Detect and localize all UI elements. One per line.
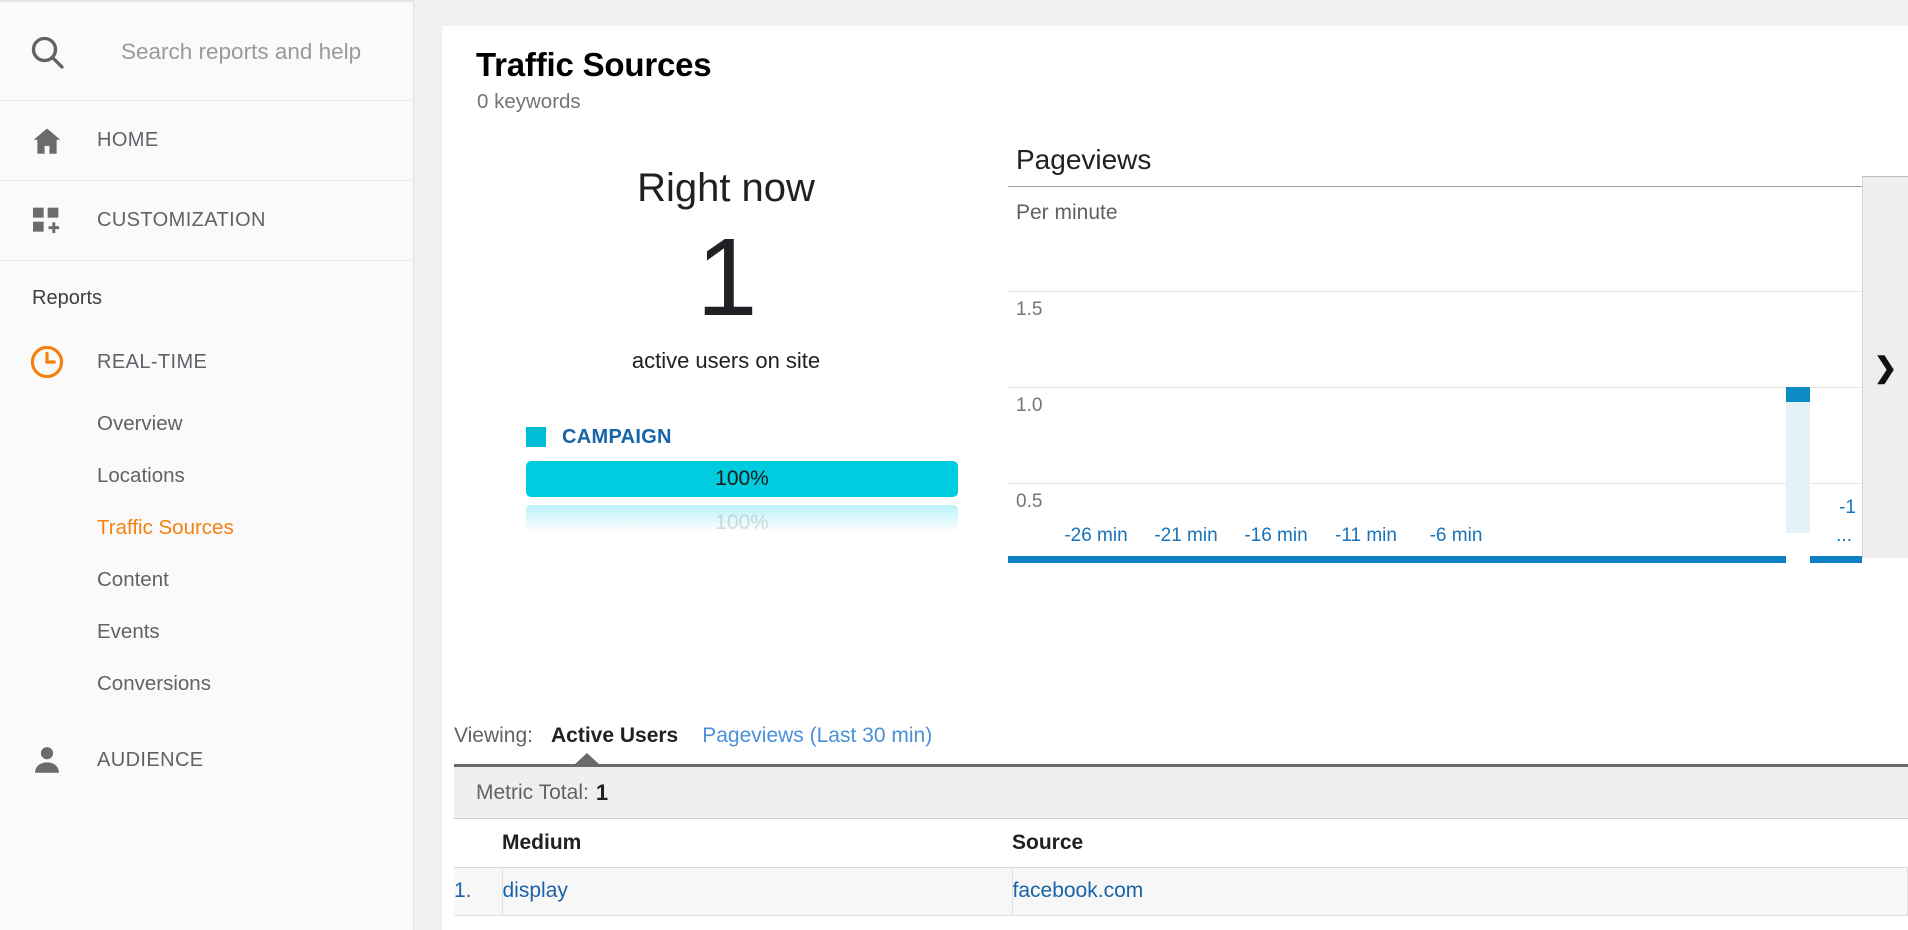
campaign-legend: CAMPAIGN [476,374,976,449]
pageviews-chart-body: Per minute 1.5 1.0 0.5 -26 min -21 min [1008,187,1862,569]
right-now-panel: Right now 1 active users on site CAMPAIG… [476,144,976,541]
table-body: 1. display facebook.com [454,867,1908,915]
table-head: Medium Source [454,819,1908,867]
xtick-minus-16: -16 min [1244,525,1307,547]
sidebar: HOME CUSTOMIZATION Reports [0,0,414,930]
table-header-row: Medium Source [454,819,1908,867]
page-subtitle: 0 keywords [442,84,1908,114]
clock-icon [24,342,70,382]
tab-active-users[interactable]: Active Users [551,724,678,748]
column-header-index [454,819,502,867]
sidebar-item-conversions[interactable]: Conversions [0,658,413,710]
sidebar-item-customization-label: CUSTOMIZATION [97,209,266,232]
row-index: 1. [454,867,502,915]
chart-axis-line-gap [1786,556,1810,563]
sidebar-item-customization[interactable]: CUSTOMIZATION [0,181,413,261]
sidebar-item-home[interactable]: HOME [0,101,413,181]
metric-total-label: Metric Total: [476,781,589,805]
sidebar-item-real-time[interactable]: REAL-TIME [0,326,413,398]
customization-icon [24,202,70,240]
chart-next-page-button[interactable]: ❯ [1862,176,1908,558]
tab-pageviews-last-30-min[interactable]: Pageviews (Last 30 min) [702,724,932,748]
sidebar-item-events[interactable]: Events [0,606,413,658]
xtick-minus-21: -21 min [1154,525,1217,547]
campaign-bar-secondary-value: 100% [715,511,769,535]
row-source-link[interactable]: facebook.com [1013,879,1144,902]
sidebar-item-audience[interactable]: AUDIENCE [0,724,413,796]
traffic-sources-table: Metric Total: 1 Medium Source 1. [454,764,1908,930]
campaign-bar-primary[interactable]: 100% [526,461,958,497]
sidebar-item-content-label: Content [97,568,169,592]
sidebar-item-overview-label: Overview [97,412,182,436]
home-icon [24,122,70,160]
sidebar-item-locations-label: Locations [97,464,185,488]
search-icon [27,32,67,72]
sidebar-item-audience-label: AUDIENCE [97,749,204,772]
analytics-realtime-page: HOME CUSTOMIZATION Reports [0,0,1908,930]
xtick-minus-1: -1 [1839,497,1856,519]
active-users-label: active users on site [476,336,976,374]
viewing-toolbar: Viewing: Active Users Pageviews (Last 30… [454,724,932,748]
chart-plot-area [1008,187,1862,533]
sidebar-item-locations[interactable]: Locations [0,450,413,502]
sidebar-item-traffic-sources-label: Traffic Sources [97,516,234,540]
row-medium-link[interactable]: display [503,879,568,902]
bar-column-minus-1[interactable] [1786,387,1810,533]
metric-total-value: 1 [596,780,608,806]
column-header-source[interactable]: Source [1012,819,1908,867]
metric-total-bar: Metric Total: 1 [454,767,1908,819]
chart-x-axis: -26 min -21 min -16 min -11 min -6 min -… [1008,525,1862,555]
row-source-cell[interactable]: facebook.com [1012,867,1908,915]
campaign-bar-secondary[interactable]: 100% [526,505,958,541]
page-title: Traffic Sources [442,26,1908,84]
search-bar[interactable] [0,3,413,101]
row-medium-cell[interactable]: display [502,867,1012,915]
campaign-legend-label: CAMPAIGN [562,426,672,449]
xtick-minus-6: -6 min [1430,525,1483,547]
campaign-bar-primary-value: 100% [715,467,769,491]
table: Medium Source 1. display facebook.com [454,819,1908,916]
sidebar-item-conversions-label: Conversions [97,672,211,696]
chevron-right-icon: ❯ [1874,354,1897,382]
sidebar-item-traffic-sources[interactable]: Traffic Sources [0,502,413,554]
main-content: Traffic Sources 0 keywords Right now 1 a… [414,0,1908,930]
pageviews-chart-title: Pageviews [1008,144,1908,176]
sidebar-item-real-time-label: REAL-TIME [97,351,207,374]
search-input[interactable] [121,39,401,65]
bar-cap-minus-1 [1786,387,1810,402]
xtick-overflow-ellipsis: ... [1836,525,1852,547]
person-icon [24,740,70,780]
sidebar-item-events-label: Events [97,620,160,644]
xtick-minus-26: -26 min [1064,525,1127,547]
sidebar-section-reports: Reports [0,261,413,326]
active-users-count: 1 [476,208,976,336]
column-header-medium[interactable]: Medium [502,819,1012,867]
campaign-swatch-icon [526,427,546,447]
sidebar-item-overview[interactable]: Overview [0,398,413,450]
viewing-label: Viewing: [454,724,533,748]
sidebar-item-home-label: HOME [97,129,159,152]
pageviews-chart-panel: Pageviews Per minute 1.5 1.0 0.5 [1008,144,1908,584]
right-now-heading: Right now [476,144,976,208]
table-row: 1. display facebook.com [454,867,1908,915]
campaign-bars: 100% 100% [526,461,958,541]
sidebar-item-content[interactable]: Content [0,554,413,606]
xtick-minus-11: -11 min [1335,525,1397,547]
chart-axis-line [1008,556,1862,563]
report-card: Traffic Sources 0 keywords Right now 1 a… [442,26,1908,930]
